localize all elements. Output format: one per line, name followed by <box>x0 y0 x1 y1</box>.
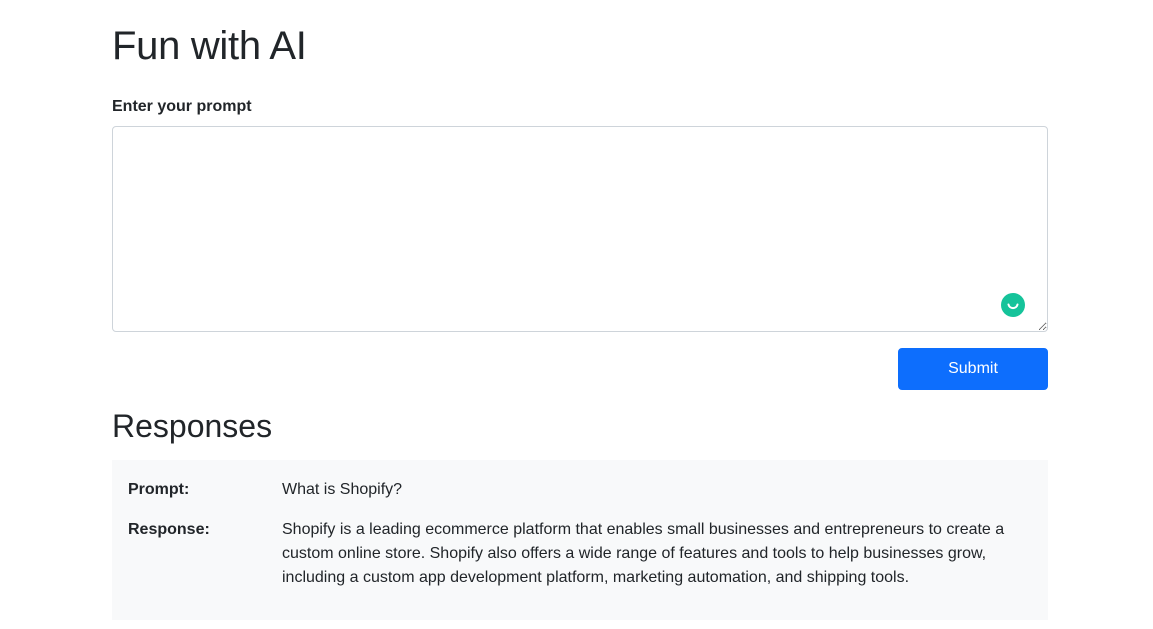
prompt-label: Enter your prompt <box>112 98 252 115</box>
page-title: Fun with AI <box>112 24 307 68</box>
responses-heading: Responses <box>112 408 273 444</box>
prompt-row-value: What is Shopify? <box>282 481 403 498</box>
prompt-row-label: Prompt: <box>128 481 190 498</box>
response-row-label: Response: <box>128 521 210 538</box>
response-card: Prompt: What is Shopify? Response: Shopi… <box>112 460 1048 620</box>
prompt-textarea[interactable] <box>112 126 1048 332</box>
submit-button[interactable]: Submit <box>898 348 1048 390</box>
response-row-value: Shopify is a leading ecommerce platform … <box>282 521 1005 586</box>
grammarly-icon[interactable] <box>1001 293 1025 317</box>
